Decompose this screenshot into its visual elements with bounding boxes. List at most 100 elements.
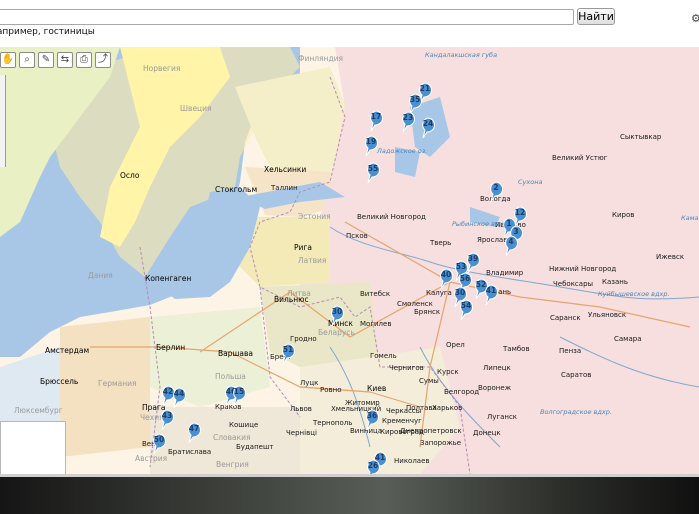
label-smolensk: Смоленск [397,300,433,308]
label-donetsk: Донецк [473,429,501,437]
ruler-icon[interactable]: ✎ [38,52,54,68]
label-chernihiv: Чернигов [389,364,424,372]
label-vitebsk: Витебск [360,290,391,298]
label-tambov: Тамбов [503,345,530,353]
label-zaporizhzhia: Запорожье [420,439,462,447]
label-finland: Финляндия [298,54,344,63]
map-marker[interactable]: 55 [364,162,382,184]
map-marker[interactable]: 50 [150,433,168,455]
label-zhytomyr: Житомир [345,399,380,407]
label-izhevsk: Ижевск [656,253,685,261]
search-hint-text: например, гостиницы [0,27,95,37]
zoom-icon[interactable]: ⌕ [19,52,35,68]
label-bryansk: Брянск [414,308,441,316]
label-orel: Орел [446,341,465,349]
label-warsaw: Варшава [218,349,253,358]
label-gomel: Гомель [370,352,397,360]
map-marker[interactable]: 23 [399,111,417,133]
map-marker[interactable]: 41 [482,284,500,306]
label-brussels: Брюссель [40,377,79,386]
label-cherkasy: Черкассы [386,407,422,415]
label-lipetsk: Липецк [483,364,511,372]
label-nnovgorod: Нижний Новгород [549,265,617,273]
map-marker[interactable]: 15 [230,385,248,407]
label-novgorod: Великий Новгород [357,213,426,221]
label-sweden: Швеция [180,104,212,113]
search-input[interactable] [0,9,574,25]
label-ternopil: Тернополь [313,419,353,427]
label-germany: Германия [98,379,137,388]
share-icon[interactable]: ⤴ [95,52,111,68]
overview-map[interactable] [0,421,66,474]
label-sumy: Сумы [419,377,439,385]
label-syktyvkar: Сыктывкар [620,133,662,141]
map-marker[interactable]: 36 [363,409,381,431]
search-bar: Найти например, гостиницы ⚙ [0,0,699,46]
label-stockholm: Стокгольм [215,185,258,194]
label-helsinki: Хельсинки [264,165,307,174]
label-tver: Тверь [430,239,452,247]
label-denmark: Дания [88,271,113,280]
route-icon[interactable]: ⇆ [57,52,73,68]
map-marker[interactable]: 26 [364,459,382,474]
label-lutsk: Луцк [300,379,319,387]
label-riga: Рига [294,243,312,252]
map-marker[interactable]: 17 [367,110,385,132]
label-kosice: Кошице [229,421,259,429]
map-marker[interactable]: 2 [487,181,505,203]
label-oslo: Осло [120,171,140,180]
label-slovakia: Словакия [213,433,251,442]
label-mykolaiv: Николаев [394,457,430,465]
label-kuibyshev: Куйбышевское вдхр. [598,290,670,298]
search-button[interactable]: Найти [577,8,615,25]
map-marker[interactable]: 51 [279,343,297,365]
hand-icon[interactable]: ✋ [0,52,16,68]
label-saratov: Саратов [561,371,592,379]
label-luhansk: Луганск [487,413,518,421]
label-hungary: Венгрия [216,460,249,469]
zoom-slider[interactable] [0,75,6,167]
label-grodno: Гродно [290,335,317,343]
label-lviv: Львов [290,405,312,413]
map-toolbar: ✋ ⌕ ✎ ⇆ ⎙ ⤴ [0,52,111,68]
label-amsterdam: Амстердам [45,346,90,355]
map-marker[interactable]: 44 [170,387,188,409]
label-vladimir: Владимир [486,269,524,277]
search-hint: например, гостиницы [0,27,95,37]
map-marker[interactable]: 24 [419,117,437,139]
print-icon[interactable]: ⎙ [76,52,92,68]
label-voronezh: Воронеж [478,384,512,392]
map-marker[interactable]: 30 [328,305,346,327]
label-copenhagen: Копенгаген [145,274,192,283]
label-chernivtsi: Чернівці [286,429,317,437]
label-ladoga: Ладожское оз. [377,147,428,155]
map-marker[interactable]: 47 [185,422,203,444]
label-norway: Норвегия [143,64,181,73]
label-dnipro: Днепропетровск [400,427,462,435]
label-berlin: Берлин [156,343,186,352]
label-kazan: Казань [602,278,628,286]
label-budapest: Будапешт [236,443,274,451]
label-samara: Самара [614,335,642,343]
label-austria: Австрия [135,454,168,463]
label-velikiy-ustyug: Великий Устюг [552,154,608,162]
label-penza: Пенза [559,347,582,355]
map-marker[interactable]: 43 [158,409,176,431]
map-marker[interactable]: 4 [502,235,520,257]
settings-icon[interactable]: ⚙ [691,12,699,25]
label-kremenchug: Кременчуг [382,417,422,425]
label-estonia: Эстония [298,212,331,221]
label-rovno: Ровно [320,386,342,394]
label-sukhona: Сухона [518,178,543,186]
label-vilnius: Вильнюс [274,295,309,304]
label-kaluga: Калуга [426,289,452,297]
label-kandalaksha: Кандалакшская губа [425,51,498,59]
desktop-background [0,474,699,514]
label-bratislava: Братислава [168,448,212,456]
label-belgorod: Белгород [444,388,480,396]
map-marker[interactable]: 19 [362,135,380,157]
map-view[interactable]: ✋ ⌕ ✎ ⇆ ⎙ ⤴ Норвегия Финляндия Швеция Эс… [0,47,699,474]
label-kirov: Киров [612,211,635,219]
map-marker[interactable]: 54 [457,299,475,321]
label-poland: Польша [215,372,246,381]
